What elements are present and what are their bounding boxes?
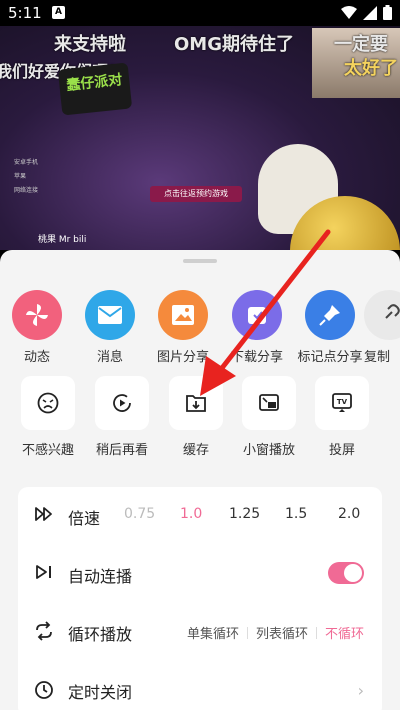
loop-row: 循环播放 单集循环 列表循环 不循环: [18, 603, 382, 661]
action-row: 不感兴趣 稍后再看 缓存 小窗播放 TV 投屏: [0, 376, 400, 466]
loop-option-list[interactable]: 列表循环: [256, 623, 308, 642]
action-watch-later-label: 稍后再看: [95, 443, 148, 458]
share-row: 动态 消息 图片分享 下载分享 标记点分享 复制: [0, 290, 400, 370]
loop-options: 单集循环 列表循环 不循环: [187, 623, 364, 642]
action-watch-later[interactable]: 稍后再看: [84, 376, 160, 458]
action-mini-window[interactable]: 小窗播放: [231, 376, 307, 458]
loop-option-single[interactable]: 单集循环: [187, 623, 239, 642]
speed-option-1.25[interactable]: 1.25: [229, 506, 260, 522]
battery-icon: [383, 5, 392, 20]
speed-option-2.0[interactable]: 2.0: [338, 506, 360, 522]
speed-row: 倍速 0.75 1.0 1.25 1.5 2.0: [18, 487, 382, 545]
timer-icon: [35, 681, 53, 699]
share-copy[interactable]: 复制: [364, 290, 400, 365]
danmaku-1: 来支持啦: [54, 34, 126, 55]
loop-separator: [246, 626, 248, 639]
share-copy-circle: [364, 290, 400, 340]
action-cache-box: [169, 376, 223, 430]
svg-text:TV: TV: [337, 398, 348, 406]
pin-icon: [319, 305, 340, 326]
share-bookmark[interactable]: 标记点分享: [292, 290, 368, 365]
mini-window-icon: [259, 394, 279, 411]
action-tv-cast-label: 投屏: [328, 443, 355, 458]
share-download[interactable]: 下载分享: [219, 290, 295, 365]
sheet-drag-handle[interactable]: [183, 259, 217, 263]
side-list-item: 网络连接: [14, 187, 39, 194]
action-cache[interactable]: 缓存: [158, 376, 234, 458]
side-list-item: 安卓手机: [14, 159, 39, 166]
video-side-list: 安卓手机 苹果 网络连接: [14, 156, 38, 198]
danmaku-5: 太好了: [344, 58, 398, 79]
timer-row[interactable]: 定时关闭 ›: [18, 661, 382, 710]
video-player[interactable]: 来支持啦 OMG期待住了 一定要 我们好爱你们呀！ 太好了 蠢仔派对 安卓手机 …: [0, 26, 400, 250]
share-bookmark-label: 标记点分享: [297, 350, 363, 365]
tv-cast-icon: TV: [332, 393, 352, 412]
share-copy-label: 复制: [364, 350, 391, 365]
action-mini-window-box: [242, 376, 296, 430]
share-image-label: 图片分享: [156, 350, 209, 365]
share-bottom-sheet: 动态 消息 图片分享 下载分享 标记点分享 复制 不感兴趣 稍后再看 缓存 小窗…: [0, 250, 400, 710]
share-dynamic-circle: [12, 290, 62, 340]
action-mini-window-label: 小窗播放: [242, 443, 295, 458]
chevron-right-icon: ›: [357, 681, 364, 700]
autoplay-title: 自动连播: [68, 567, 133, 586]
status-indicators: [341, 5, 392, 20]
speed-options: 0.75 1.0 1.25 1.5 2.0: [122, 506, 368, 526]
speed-option-1.0[interactable]: 1.0: [180, 506, 202, 522]
watch-later-icon: [113, 394, 131, 412]
share-image[interactable]: 图片分享: [145, 290, 221, 365]
speed-option-1.5[interactable]: 1.5: [285, 506, 307, 522]
action-not-interested-label: 不感兴趣: [21, 443, 74, 458]
speed-title: 倍速: [68, 509, 101, 528]
loop-icon: [36, 621, 52, 641]
status-bar: 5:11 A: [0, 0, 400, 26]
video-cta-banner: 点击往返预约游戏: [150, 186, 242, 202]
action-tv-cast-box: TV: [315, 376, 369, 430]
playback-settings-card: 倍速 0.75 1.0 1.25 1.5 2.0 自动连播 循环播放 单集循环 …: [18, 487, 382, 710]
frown-icon: [37, 392, 59, 414]
download-share-icon: [248, 307, 266, 324]
share-dynamic-label: 动态: [23, 350, 50, 365]
action-watch-later-box: [95, 376, 149, 430]
share-message-label: 消息: [96, 350, 123, 365]
status-time: 5:11: [8, 4, 42, 22]
action-cache-label: 缓存: [182, 443, 209, 458]
share-message[interactable]: 消息: [72, 290, 148, 365]
action-not-interested-box: [21, 376, 75, 430]
speed-option-0.75[interactable]: 0.75: [124, 506, 155, 522]
link-icon: [385, 304, 400, 319]
wifi-icon: [341, 5, 357, 19]
loop-title: 循环播放: [68, 625, 133, 644]
autoplay-row: 自动连播: [18, 545, 382, 603]
loop-option-none[interactable]: 不循环: [325, 623, 364, 642]
autoplay-toggle[interactable]: [328, 562, 364, 584]
timer-title: 定时关闭: [68, 683, 133, 702]
share-dynamic[interactable]: 动态: [0, 290, 75, 365]
speed-icon: [35, 507, 52, 521]
share-download-circle: [232, 290, 282, 340]
game-logo: 蠢仔派对: [57, 62, 133, 116]
video-brand: 桃果 Mr bili: [38, 235, 87, 245]
share-bookmark-circle: [305, 290, 355, 340]
share-download-label: 下载分享: [230, 350, 283, 365]
danmaku-2: OMG期待住了: [174, 34, 294, 55]
action-tv-cast[interactable]: TV 投屏: [304, 376, 380, 458]
envelope-icon: [98, 306, 122, 324]
signal-icon: [363, 5, 377, 20]
loop-separator: [315, 626, 317, 639]
share-message-circle: [85, 290, 135, 340]
image-icon: [172, 305, 194, 325]
toggle-knob: [344, 564, 362, 582]
action-not-interested[interactable]: 不感兴趣: [10, 376, 86, 458]
cache-icon: [186, 395, 206, 412]
share-image-circle: [158, 290, 208, 340]
notification-a-icon: A: [52, 6, 65, 19]
pinwheel-icon: [26, 304, 48, 326]
next-icon: [36, 565, 51, 579]
danmaku-3: 一定要: [334, 34, 388, 55]
side-list-item: 苹果: [14, 173, 27, 180]
